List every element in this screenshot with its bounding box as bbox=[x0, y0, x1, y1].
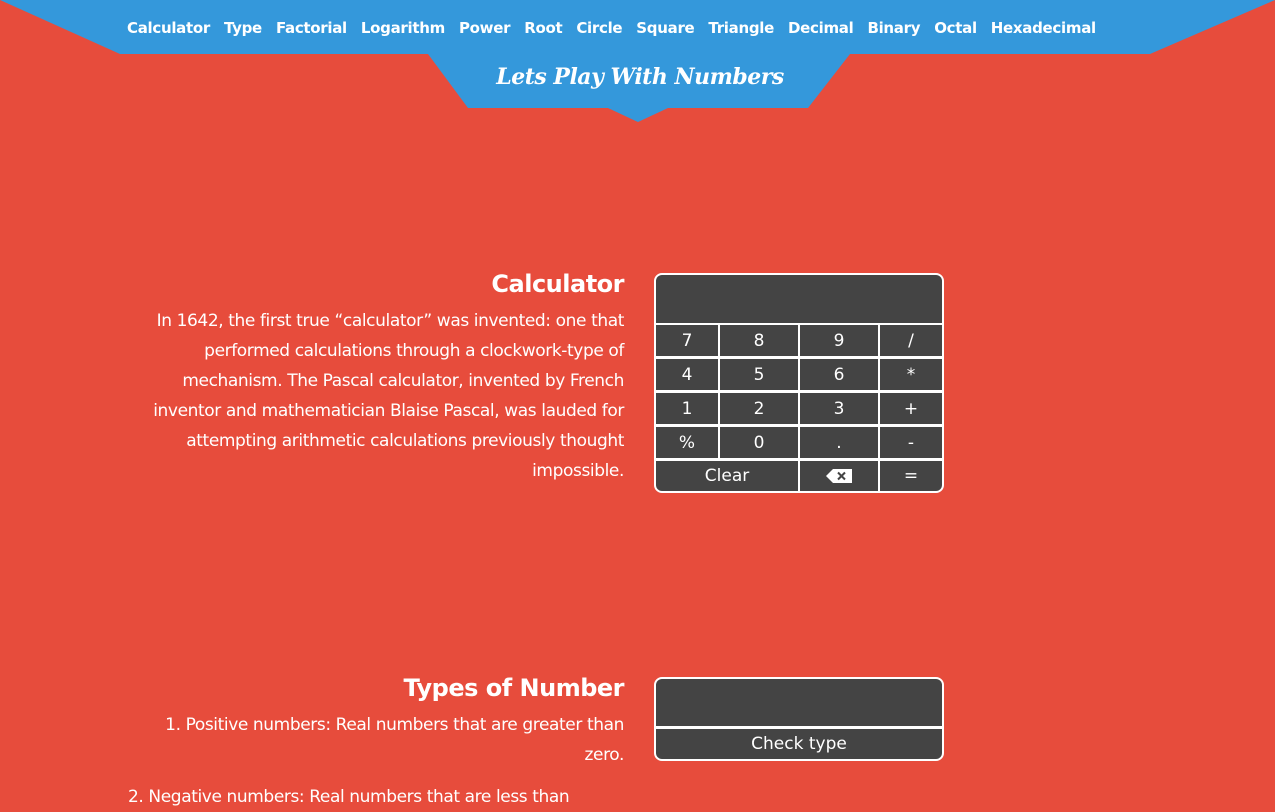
types-heading: Types of Number bbox=[403, 674, 624, 702]
nav-circle[interactable]: Circle bbox=[569, 19, 629, 37]
calculator-desc-line: mechanism. The Pascal calculator, invent… bbox=[182, 371, 624, 391]
calculator-desc-line: In 1642, the first true “calculator” was… bbox=[156, 311, 625, 331]
key-7[interactable]: 7 bbox=[656, 325, 718, 356]
key-multiply[interactable]: * bbox=[880, 359, 942, 390]
key-6[interactable]: 6 bbox=[800, 359, 878, 390]
nav-square[interactable]: Square bbox=[629, 19, 701, 37]
calculator-display[interactable] bbox=[656, 275, 942, 323]
site-brand[interactable]: Lets Play With Numbers bbox=[440, 64, 840, 90]
nav-root[interactable]: Root bbox=[517, 19, 569, 37]
types-desc-line: 1. Positive numbers: Real numbers that a… bbox=[165, 715, 624, 735]
nav-octal[interactable]: Octal bbox=[927, 19, 984, 37]
key-add[interactable]: + bbox=[880, 393, 942, 424]
backspace-button[interactable] bbox=[800, 461, 878, 491]
key-2[interactable]: 2 bbox=[720, 393, 798, 424]
main-nav: Calculator Type Factorial Logarithm Powe… bbox=[120, 16, 1096, 40]
nav-calculator[interactable]: Calculator bbox=[120, 19, 217, 37]
type-input[interactable] bbox=[656, 679, 942, 726]
nav-triangle[interactable]: Triangle bbox=[701, 19, 781, 37]
equals-button[interactable]: = bbox=[880, 461, 942, 491]
top-banner: Calculator Type Factorial Logarithm Powe… bbox=[0, 0, 1275, 122]
clear-button[interactable]: Clear bbox=[656, 461, 798, 491]
nav-factorial[interactable]: Factorial bbox=[269, 19, 354, 37]
nav-logarithm[interactable]: Logarithm bbox=[354, 19, 452, 37]
key-decimal-point[interactable]: . bbox=[800, 427, 878, 458]
types-description: 1. Positive numbers: Real numbers that a… bbox=[124, 710, 624, 770]
calculator-heading: Calculator bbox=[491, 270, 624, 298]
nav-hexadecimal[interactable]: Hexadecimal bbox=[984, 19, 1103, 37]
key-8[interactable]: 8 bbox=[720, 325, 798, 356]
key-4[interactable]: 4 bbox=[656, 359, 718, 390]
nav-binary[interactable]: Binary bbox=[860, 19, 927, 37]
key-0[interactable]: 0 bbox=[720, 427, 798, 458]
key-1[interactable]: 1 bbox=[656, 393, 718, 424]
calculator-description: In 1642, the first true “calculator” was… bbox=[124, 306, 624, 486]
calculator-desc-line: performed calculations through a clockwo… bbox=[204, 341, 624, 361]
key-subtract[interactable]: - bbox=[880, 427, 942, 458]
key-5[interactable]: 5 bbox=[720, 359, 798, 390]
calculator-widget: 7 8 9 / 4 5 6 * 1 2 3 + % 0 . - Clear = bbox=[654, 273, 944, 493]
types-desc-line: zero. bbox=[584, 745, 624, 765]
nav-type[interactable]: Type bbox=[217, 19, 269, 37]
key-divide[interactable]: / bbox=[880, 325, 942, 356]
key-percent[interactable]: % bbox=[656, 427, 718, 458]
backspace-icon bbox=[826, 469, 852, 483]
types-desc-line-partial: 2. Negative numbers: Real numbers that a… bbox=[128, 787, 570, 807]
key-9[interactable]: 9 bbox=[800, 325, 878, 356]
key-3[interactable]: 3 bbox=[800, 393, 878, 424]
calculator-desc-line: inventor and mathematician Blaise Pascal… bbox=[153, 401, 624, 421]
check-type-button[interactable]: Check type bbox=[656, 729, 942, 759]
nav-decimal[interactable]: Decimal bbox=[781, 19, 860, 37]
nav-power[interactable]: Power bbox=[452, 19, 517, 37]
type-checker-widget: Check type bbox=[654, 677, 944, 761]
calculator-desc-line: attempting arithmetic calculations previ… bbox=[186, 431, 624, 451]
calculator-desc-line: impossible. bbox=[532, 461, 624, 481]
